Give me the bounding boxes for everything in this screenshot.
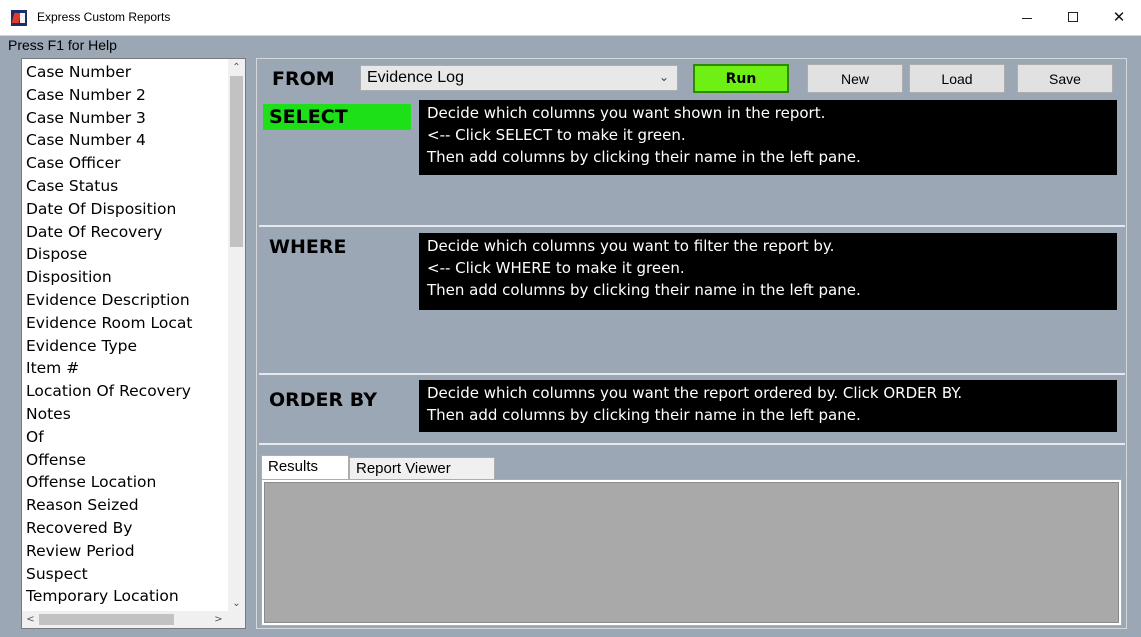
- columns-list[interactable]: Case Number Case Number 2 Case Number 3 Cas…: [21, 58, 246, 629]
- from-selected-value: Evidence Log: [367, 69, 464, 86]
- results-pane: [261, 479, 1122, 626]
- where-instruction-line: Then add columns by clicking their name …: [427, 281, 861, 299]
- maximize-button[interactable]: [1050, 0, 1096, 34]
- horizontal-scrollbar[interactable]: < >: [22, 611, 245, 628]
- column-list-item[interactable]: Case Number: [22, 61, 227, 84]
- where-instruction-line: <-- Click WHERE to make it green.: [427, 259, 685, 277]
- minimize-icon: [1022, 17, 1032, 19]
- where-label[interactable]: WHERE: [263, 234, 352, 260]
- help-bar: Press F1 for Help: [0, 36, 1141, 56]
- select-instructions: Decide which columns you want shown in t…: [419, 100, 1117, 175]
- close-icon: ✕: [1112, 8, 1126, 26]
- order-by-instructions: Decide which columns you want the report…: [419, 380, 1117, 432]
- column-list-item[interactable]: Temporary Location: [22, 585, 227, 608]
- column-list-item[interactable]: Review Period: [22, 540, 227, 563]
- column-list-item[interactable]: Offense Location: [22, 471, 227, 494]
- column-list-item[interactable]: Date Of Recovery: [22, 221, 227, 244]
- minimize-button[interactable]: [1004, 0, 1050, 34]
- columns-list-items: Case Number Case Number 2 Case Number 3 Cas…: [22, 61, 227, 628]
- horizontal-scroll-thumb[interactable]: [39, 614, 174, 625]
- column-list-item[interactable]: Item #: [22, 357, 227, 380]
- from-label[interactable]: FROM: [272, 68, 335, 90]
- new-button[interactable]: New: [807, 64, 903, 93]
- help-text: Press F1 for Help: [8, 37, 117, 53]
- select-instruction-line: <-- Click SELECT to make it green.: [427, 126, 686, 144]
- order-by-instruction-line: Then add columns by clicking their name …: [427, 406, 861, 424]
- column-list-item[interactable]: Case Number 3: [22, 107, 227, 130]
- column-list-item[interactable]: Offense: [22, 449, 227, 472]
- vertical-scroll-thumb[interactable]: [230, 76, 243, 247]
- select-instruction-line: Decide which columns you want shown in t…: [427, 104, 826, 122]
- title-bar: Express Custom Reports ✕: [0, 0, 1141, 36]
- column-list-item[interactable]: Location Of Recovery: [22, 380, 227, 403]
- order-by-instruction-line: Decide which columns you want the report…: [427, 384, 963, 402]
- column-list-item[interactable]: Dispose: [22, 243, 227, 266]
- from-table-dropdown[interactable]: Evidence Log ⌄: [360, 65, 678, 91]
- column-list-item[interactable]: Reason Seized: [22, 494, 227, 517]
- column-list-item[interactable]: Notes: [22, 403, 227, 426]
- column-list-item[interactable]: Evidence Type: [22, 335, 227, 358]
- column-list-item[interactable]: Case Officer: [22, 152, 227, 175]
- where-instructions: Decide which columns you want to filter …: [419, 233, 1117, 310]
- column-list-item[interactable]: Case Number 2: [22, 84, 227, 107]
- column-list-item[interactable]: Date Of Disposition: [22, 198, 227, 221]
- app-icon: [11, 10, 27, 26]
- query-builder-panel: FROM Evidence Log ⌄ Run New Load Save SE…: [256, 58, 1127, 629]
- window-title: Express Custom Reports: [37, 10, 171, 24]
- select-label[interactable]: SELECT: [263, 104, 411, 130]
- close-button[interactable]: ✕: [1096, 0, 1141, 34]
- tab-report-viewer[interactable]: Report Viewer: [349, 457, 495, 479]
- column-list-item[interactable]: Suspect: [22, 563, 227, 586]
- column-list-item[interactable]: Case Status: [22, 175, 227, 198]
- column-list-item[interactable]: Case Number 4: [22, 129, 227, 152]
- vertical-scrollbar[interactable]: ⌃ ⌄: [228, 59, 245, 612]
- scroll-down-icon[interactable]: ⌄: [228, 595, 245, 612]
- where-section: WHERE Decide which columns you want to f…: [259, 229, 1125, 375]
- order-by-label[interactable]: ORDER BY: [263, 387, 383, 413]
- chevron-down-icon: ⌄: [658, 70, 669, 84]
- order-by-section: ORDER BY Decide which columns you want t…: [259, 377, 1125, 445]
- maximize-icon: [1068, 12, 1078, 22]
- scroll-corner: [228, 611, 245, 628]
- column-list-item[interactable]: Evidence Description: [22, 289, 227, 312]
- where-instruction-line: Decide which columns you want to filter …: [427, 237, 835, 255]
- column-list-item[interactable]: Evidence Room Locat: [22, 312, 227, 335]
- run-button[interactable]: Run: [693, 64, 789, 93]
- column-list-item[interactable]: Recovered By: [22, 517, 227, 540]
- select-section: SELECT Decide which columns you want sho…: [259, 99, 1125, 227]
- tab-results[interactable]: Results: [261, 455, 349, 479]
- scroll-left-icon[interactable]: <: [22, 611, 39, 628]
- select-instruction-line: Then add columns by clicking their name …: [427, 148, 861, 166]
- scroll-right-icon[interactable]: >: [210, 611, 227, 628]
- column-list-item[interactable]: Of: [22, 426, 227, 449]
- load-button[interactable]: Load: [909, 64, 1005, 93]
- save-button[interactable]: Save: [1017, 64, 1113, 93]
- scroll-up-icon[interactable]: ⌃: [228, 59, 245, 76]
- column-list-item[interactable]: Disposition: [22, 266, 227, 289]
- results-grid[interactable]: [264, 482, 1119, 623]
